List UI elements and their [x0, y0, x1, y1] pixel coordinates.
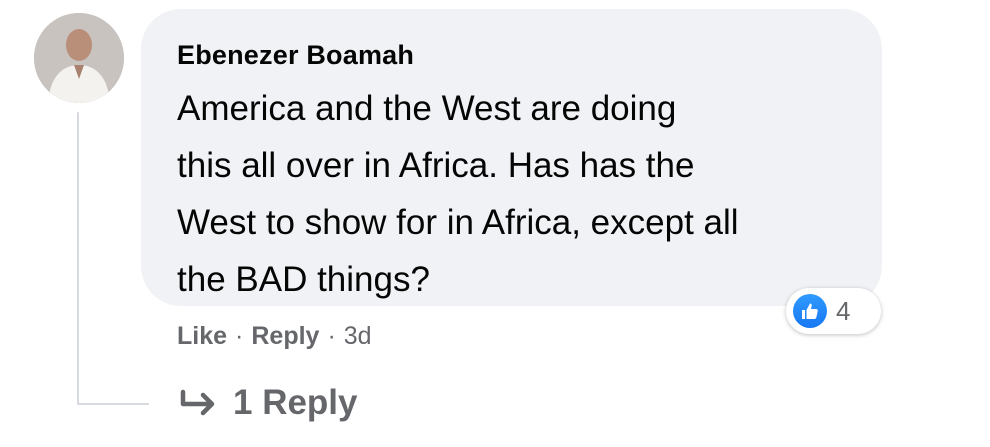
- separator: ·: [235, 322, 244, 350]
- reactions-badge[interactable]: 4: [786, 288, 881, 334]
- thread-connector: [77, 403, 149, 405]
- like-icon: [793, 294, 827, 328]
- comment-thread: Ebenezer Boamah America and the West are…: [0, 0, 990, 447]
- separator: ·: [327, 322, 336, 350]
- comment-actions: Like · Reply · 3d: [177, 322, 372, 351]
- reply-arrow-icon: [180, 389, 215, 416]
- avatar[interactable]: [34, 13, 124, 103]
- thread-line: [77, 112, 79, 404]
- view-replies-link[interactable]: 1 Reply: [177, 383, 358, 423]
- comment-text-line: West to show for in Africa, except all: [177, 203, 739, 242]
- comment-text-line: America and the West are doing: [177, 89, 677, 128]
- timestamp[interactable]: 3d: [344, 322, 372, 351]
- comment-text-line: the BAD things?: [177, 260, 430, 299]
- comment-author[interactable]: Ebenezer Boamah: [177, 40, 414, 71]
- person-silhouette-icon: [34, 13, 124, 103]
- reaction-count: 4: [836, 295, 851, 326]
- comment-text-line: this all over in Africa. Has has the: [177, 146, 695, 185]
- reply-button[interactable]: Reply: [251, 322, 319, 351]
- like-button[interactable]: Like: [177, 322, 227, 351]
- comment-text: America and the West are doing this all …: [177, 80, 867, 308]
- replies-count-label: 1 Reply: [233, 383, 358, 422]
